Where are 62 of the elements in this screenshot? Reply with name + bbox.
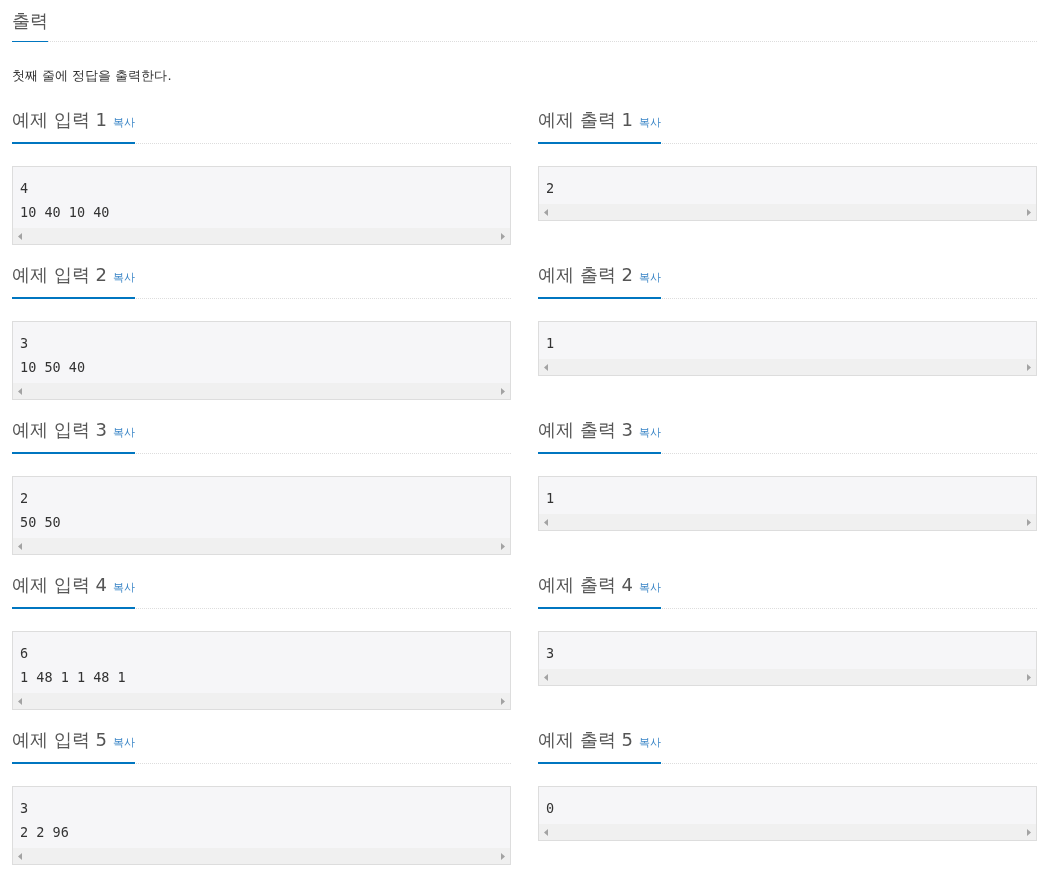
scroll-right-arrow-icon[interactable] xyxy=(1027,208,1031,216)
scroll-right-arrow-icon[interactable] xyxy=(1027,518,1031,526)
sample-heading: 예제 입력 2 복사 xyxy=(12,263,135,299)
sample-text: 0 xyxy=(545,799,556,818)
scrollbar[interactable] xyxy=(13,693,510,709)
sample-heading: 예제 출력 5 복사 xyxy=(538,728,661,764)
copy-link[interactable]: 복사 xyxy=(638,421,661,445)
scrollbar[interactable] xyxy=(13,848,510,864)
sample-text: 4 10 40 10 40 xyxy=(19,179,111,222)
sample-heading: 예제 출력 3 복사 xyxy=(538,418,661,454)
copy-link[interactable]: 복사 xyxy=(638,576,661,600)
sample-heading: 예제 출력 4 복사 xyxy=(538,573,661,609)
sample-text: 3 2 2 96 xyxy=(19,799,70,842)
scrollbar[interactable] xyxy=(13,228,510,244)
section-heading: 출력 xyxy=(12,9,48,42)
sample-heading: 예제 출력 1 복사 xyxy=(538,108,661,144)
scroll-left-arrow-icon[interactable] xyxy=(18,852,22,860)
scrollbar[interactable] xyxy=(539,204,1036,220)
scrollbar[interactable] xyxy=(539,359,1036,375)
scroll-right-arrow-icon[interactable] xyxy=(501,697,505,705)
description-text: 첫째 줄에 정답을 출력한다. xyxy=(12,67,173,85)
scroll-left-arrow-icon[interactable] xyxy=(544,518,548,526)
sample-heading: 예제 출력 2 복사 xyxy=(538,263,661,299)
sample-text: 1 xyxy=(545,489,556,508)
scroll-left-arrow-icon[interactable] xyxy=(544,828,548,836)
scroll-right-arrow-icon[interactable] xyxy=(501,387,505,395)
copy-link[interactable]: 복사 xyxy=(638,731,661,755)
scroll-left-arrow-icon[interactable] xyxy=(18,542,22,550)
scroll-right-arrow-icon[interactable] xyxy=(501,232,505,240)
sample-text: 6 1 48 1 1 48 1 xyxy=(19,644,127,687)
scroll-left-arrow-icon[interactable] xyxy=(18,697,22,705)
scrollbar[interactable] xyxy=(13,383,510,399)
copy-link[interactable]: 복사 xyxy=(638,266,661,290)
scroll-right-arrow-icon[interactable] xyxy=(501,852,505,860)
copy-link[interactable]: 복사 xyxy=(112,111,135,135)
scroll-right-arrow-icon[interactable] xyxy=(1027,828,1031,836)
sample-text: 1 xyxy=(545,334,556,353)
scroll-left-arrow-icon[interactable] xyxy=(544,208,548,216)
scroll-left-arrow-icon[interactable] xyxy=(18,387,22,395)
sample-heading: 예제 입력 4 복사 xyxy=(12,573,135,609)
copy-link[interactable]: 복사 xyxy=(112,421,135,445)
sample-text: 2 xyxy=(545,179,556,198)
sample-heading: 예제 입력 1 복사 xyxy=(12,108,135,144)
scroll-left-arrow-icon[interactable] xyxy=(544,363,548,371)
sample-text: 2 50 50 xyxy=(19,489,62,532)
sample-heading: 예제 입력 5 복사 xyxy=(12,728,135,764)
copy-link[interactable]: 복사 xyxy=(112,576,135,600)
scroll-left-arrow-icon[interactable] xyxy=(544,673,548,681)
copy-link[interactable]: 복사 xyxy=(638,111,661,135)
sample-text: 3 xyxy=(545,644,556,663)
sample-heading: 예제 입력 3 복사 xyxy=(12,418,135,454)
copy-link[interactable]: 복사 xyxy=(112,266,135,290)
sample-text: 3 10 50 40 xyxy=(19,334,87,377)
scrollbar[interactable] xyxy=(539,824,1036,840)
scrollbar[interactable] xyxy=(539,514,1036,530)
scroll-right-arrow-icon[interactable] xyxy=(1027,363,1031,371)
copy-link[interactable]: 복사 xyxy=(112,731,135,755)
scroll-right-arrow-icon[interactable] xyxy=(501,542,505,550)
scrollbar[interactable] xyxy=(13,538,510,554)
scroll-left-arrow-icon[interactable] xyxy=(18,232,22,240)
scroll-right-arrow-icon[interactable] xyxy=(1027,673,1031,681)
scrollbar[interactable] xyxy=(539,669,1036,685)
